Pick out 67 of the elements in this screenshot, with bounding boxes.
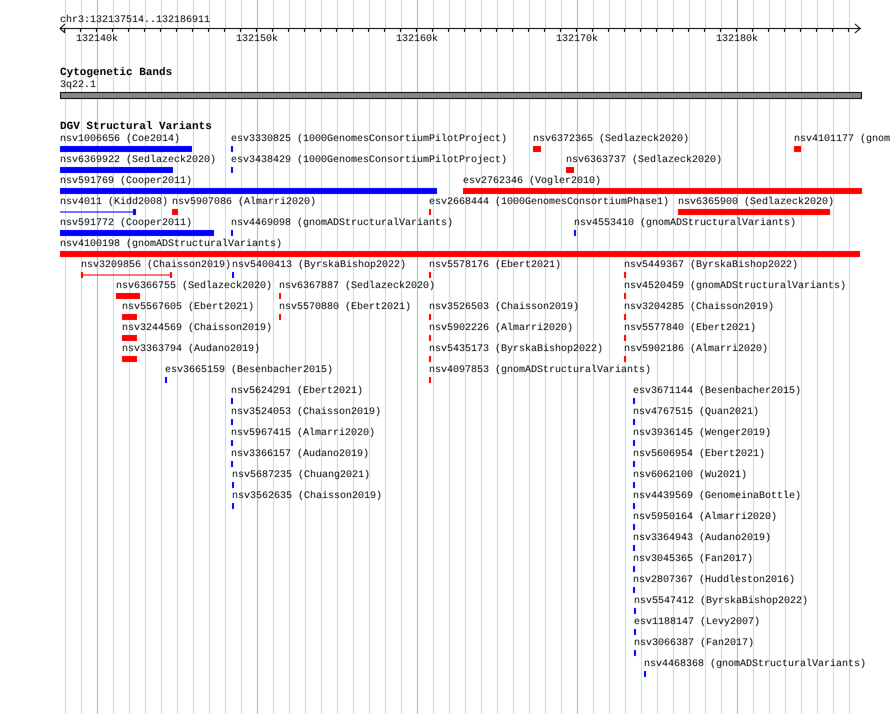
variant-label[interactable]: nsv5449367 (ByrskaBishop2022) (624, 260, 798, 271)
variant-label[interactable]: nsv4520459 (gnomADStructuralVariants) (624, 281, 846, 292)
variant-bar[interactable] (60, 209, 136, 215)
variant-label[interactable]: nsv4468368 (gnomADStructuralVariants) (644, 659, 866, 670)
variant-label[interactable]: nsv5567605 (Ebert2021) (122, 302, 254, 313)
variant-label[interactable]: nsv5902226 (Almarri2020) (429, 323, 574, 334)
tick-label: 132160k (394, 34, 439, 45)
variant-label[interactable]: nsv3209856 (Chaisson2019) (81, 260, 232, 271)
variant-label[interactable]: nsv4097853 (gnomADStructuralVariants) (429, 365, 652, 376)
variant-label[interactable]: nsv6363737 (Sedlazeck2020) (566, 155, 722, 166)
variant-label[interactable]: nsv4439569 (GenomeinaBottle) (633, 491, 802, 502)
variant-label[interactable]: nsv4101177 (gnom (794, 134, 890, 145)
variant-label[interactable]: nsv5950164 (Almarri2020) (633, 512, 778, 523)
track-title: DGV Structural Variants (60, 121, 212, 133)
variant-label[interactable]: nsv5907086 (Almarri2020) (172, 197, 316, 208)
band-label: 3q22.1 (60, 80, 96, 91)
variant-label[interactable]: nsv5577840 (Ebert2021) (624, 323, 756, 334)
variant-label[interactable]: nsv3066387 (Fan2017) (634, 638, 754, 649)
variant-label[interactable]: nsv3524053 (Chaisson2019) (231, 407, 382, 418)
region-label: chr3:132137514..132186911 (60, 15, 210, 26)
variant-label[interactable]: esv3330825 (1000GenomesConsortiumPilotProject) (231, 134, 508, 145)
variant-label[interactable]: nsv591769 (Cooper2011) (60, 176, 192, 187)
variant-label[interactable]: esv3665159 (Besenbacher2015) (165, 365, 334, 376)
variant-label[interactable]: nsv591772 (Cooper2011) (60, 218, 192, 229)
variant-label[interactable]: nsv3045365 (Fan2017) (633, 554, 754, 565)
variant-label[interactable]: nsv5687235 (Chuang2021) (232, 470, 370, 481)
variant-label[interactable]: nsv3244569 (Chaisson2019) (122, 323, 272, 334)
variant-label[interactable]: esv3671144 (Besenbacher2015) (633, 386, 802, 397)
variant-label[interactable]: nsv5624291 (Ebert2021) (231, 386, 364, 397)
variant-label[interactable]: nsv5902186 (Almarri2020) (624, 344, 768, 355)
track-title: Cytogenetic Bands (60, 67, 172, 79)
variant-label[interactable]: nsv3562635 (Chaisson2019) (232, 491, 382, 502)
variant-label[interactable]: nsv4553410 (gnomADStructuralVariants) (574, 218, 796, 229)
variant-label[interactable]: nsv6062100 (Wu2021) (633, 470, 748, 481)
variant-label[interactable]: esv3438429 (1000GenomesConsortiumPilotProject) (231, 155, 508, 166)
tick-label: 132140k (74, 34, 119, 45)
variant-label[interactable]: nsv3204285 (Chaisson2019) (624, 302, 774, 313)
variant-label[interactable]: nsv4469098 (gnomADStructuralVariants) (231, 218, 454, 229)
tick-label: 132170k (554, 34, 599, 45)
variant-label[interactable]: nsv5606954 (Ebert2021) (633, 449, 766, 460)
variant-range[interactable] (81, 272, 172, 278)
variant-label[interactable]: nsv1006656 (Coe2014) (60, 134, 180, 145)
variant-label[interactable]: nsv5547412 (ByrskaBishop2022) (634, 596, 808, 607)
variant-label[interactable]: nsv5435173 (ByrskaBishop2022) (429, 344, 604, 355)
variant-label[interactable]: nsv5400413 (ByrskaBishop2022) (232, 260, 406, 271)
variant-label[interactable]: esv2668444 (1000GenomesConsortiumPhase1) (429, 197, 670, 208)
variant-label[interactable]: nsv5578176 (Ebert2021) (429, 260, 562, 271)
tick-label: 132150k (234, 34, 279, 45)
variant-label[interactable]: esv1188147 (Levy2007) (634, 617, 760, 628)
variant-label[interactable]: nsv4100198 (gnomADStructuralVariants) (60, 239, 282, 250)
variant-label[interactable]: nsv3364943 (Audano2019) (633, 533, 772, 544)
variant-label[interactable]: nsv2807367 (Huddleston2016) (633, 575, 796, 586)
variant-label[interactable]: nsv3526503 (Chaisson2019) (429, 302, 580, 313)
variant-label[interactable]: nsv6365900 (Sedlazeck2020) (678, 197, 834, 208)
variant-label[interactable]: nsv3936145 (Wenger2019) (633, 428, 772, 439)
variant-label[interactable]: nsv3366157 (Audano2019) (231, 449, 370, 460)
variant-label[interactable]: esv2762346 (Vogler2010) (463, 176, 602, 187)
tick-label: 132180k (714, 34, 759, 45)
variant-label[interactable]: nsv3363794 (Audano2019) (122, 344, 260, 355)
variant-label[interactable]: nsv5967415 (Almarri2020) (231, 428, 376, 439)
variant-label[interactable]: nsv6369922 (Sedlazeck2020) (60, 155, 216, 166)
variant-label[interactable]: nsv4767515 (Quan2021) (633, 407, 760, 418)
variant-label[interactable]: nsv6367887 (Sedlazeck2020) (279, 281, 436, 292)
variant-label[interactable]: nsv6372365 (Sedlazeck2020) (533, 134, 690, 145)
variant-label[interactable]: nsv4011 (Kidd2008) (60, 197, 168, 208)
variant-label[interactable]: nsv5570880 (Ebert2021) (279, 302, 412, 313)
variant-label[interactable]: nsv6366755 (Sedlazeck2020) (116, 281, 272, 292)
